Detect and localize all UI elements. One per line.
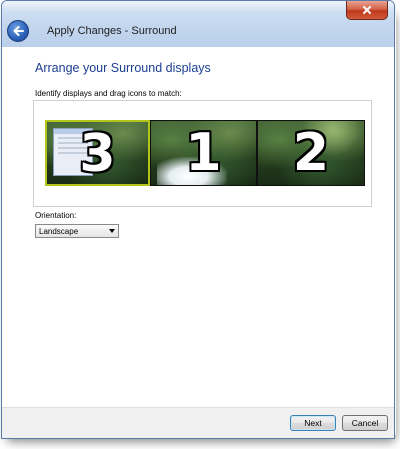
title-glass	[2, 1, 394, 11]
close-button[interactable]	[346, 1, 388, 20]
page-heading: Arrange your Surround displays	[35, 61, 211, 75]
display-number: 3	[79, 124, 116, 184]
orientation-label: Orientation:	[35, 211, 77, 220]
display-icon-2[interactable]: 2	[257, 120, 365, 186]
display-icon-3[interactable]: 3	[45, 120, 150, 186]
back-arrow-icon	[13, 26, 24, 36]
cancel-button[interactable]: Cancel	[342, 415, 388, 431]
close-icon	[363, 6, 371, 14]
orientation-dropdown[interactable]: Landscape	[35, 224, 119, 238]
display-number: 1	[185, 123, 222, 183]
orientation-value: Landscape	[39, 227, 79, 236]
button-bar: Next Cancel	[2, 407, 394, 438]
title-bar: Apply Changes - Surround	[2, 1, 394, 47]
back-button[interactable]	[7, 20, 29, 42]
display-number: 2	[292, 123, 330, 183]
dialog-window: Apply Changes - Surround Arrange your Su…	[1, 0, 395, 439]
display-arrangement-panel: 3 1 2	[33, 100, 372, 207]
instruction-text: Identify displays and drag icons to matc…	[35, 89, 182, 98]
display-icon-1[interactable]: 1	[150, 120, 257, 186]
dropdown-arrow-icon	[109, 229, 115, 233]
window-title: Apply Changes - Surround	[47, 25, 177, 37]
content-area: Arrange your Surround displays Identify …	[2, 47, 394, 408]
next-button[interactable]: Next	[290, 415, 336, 431]
